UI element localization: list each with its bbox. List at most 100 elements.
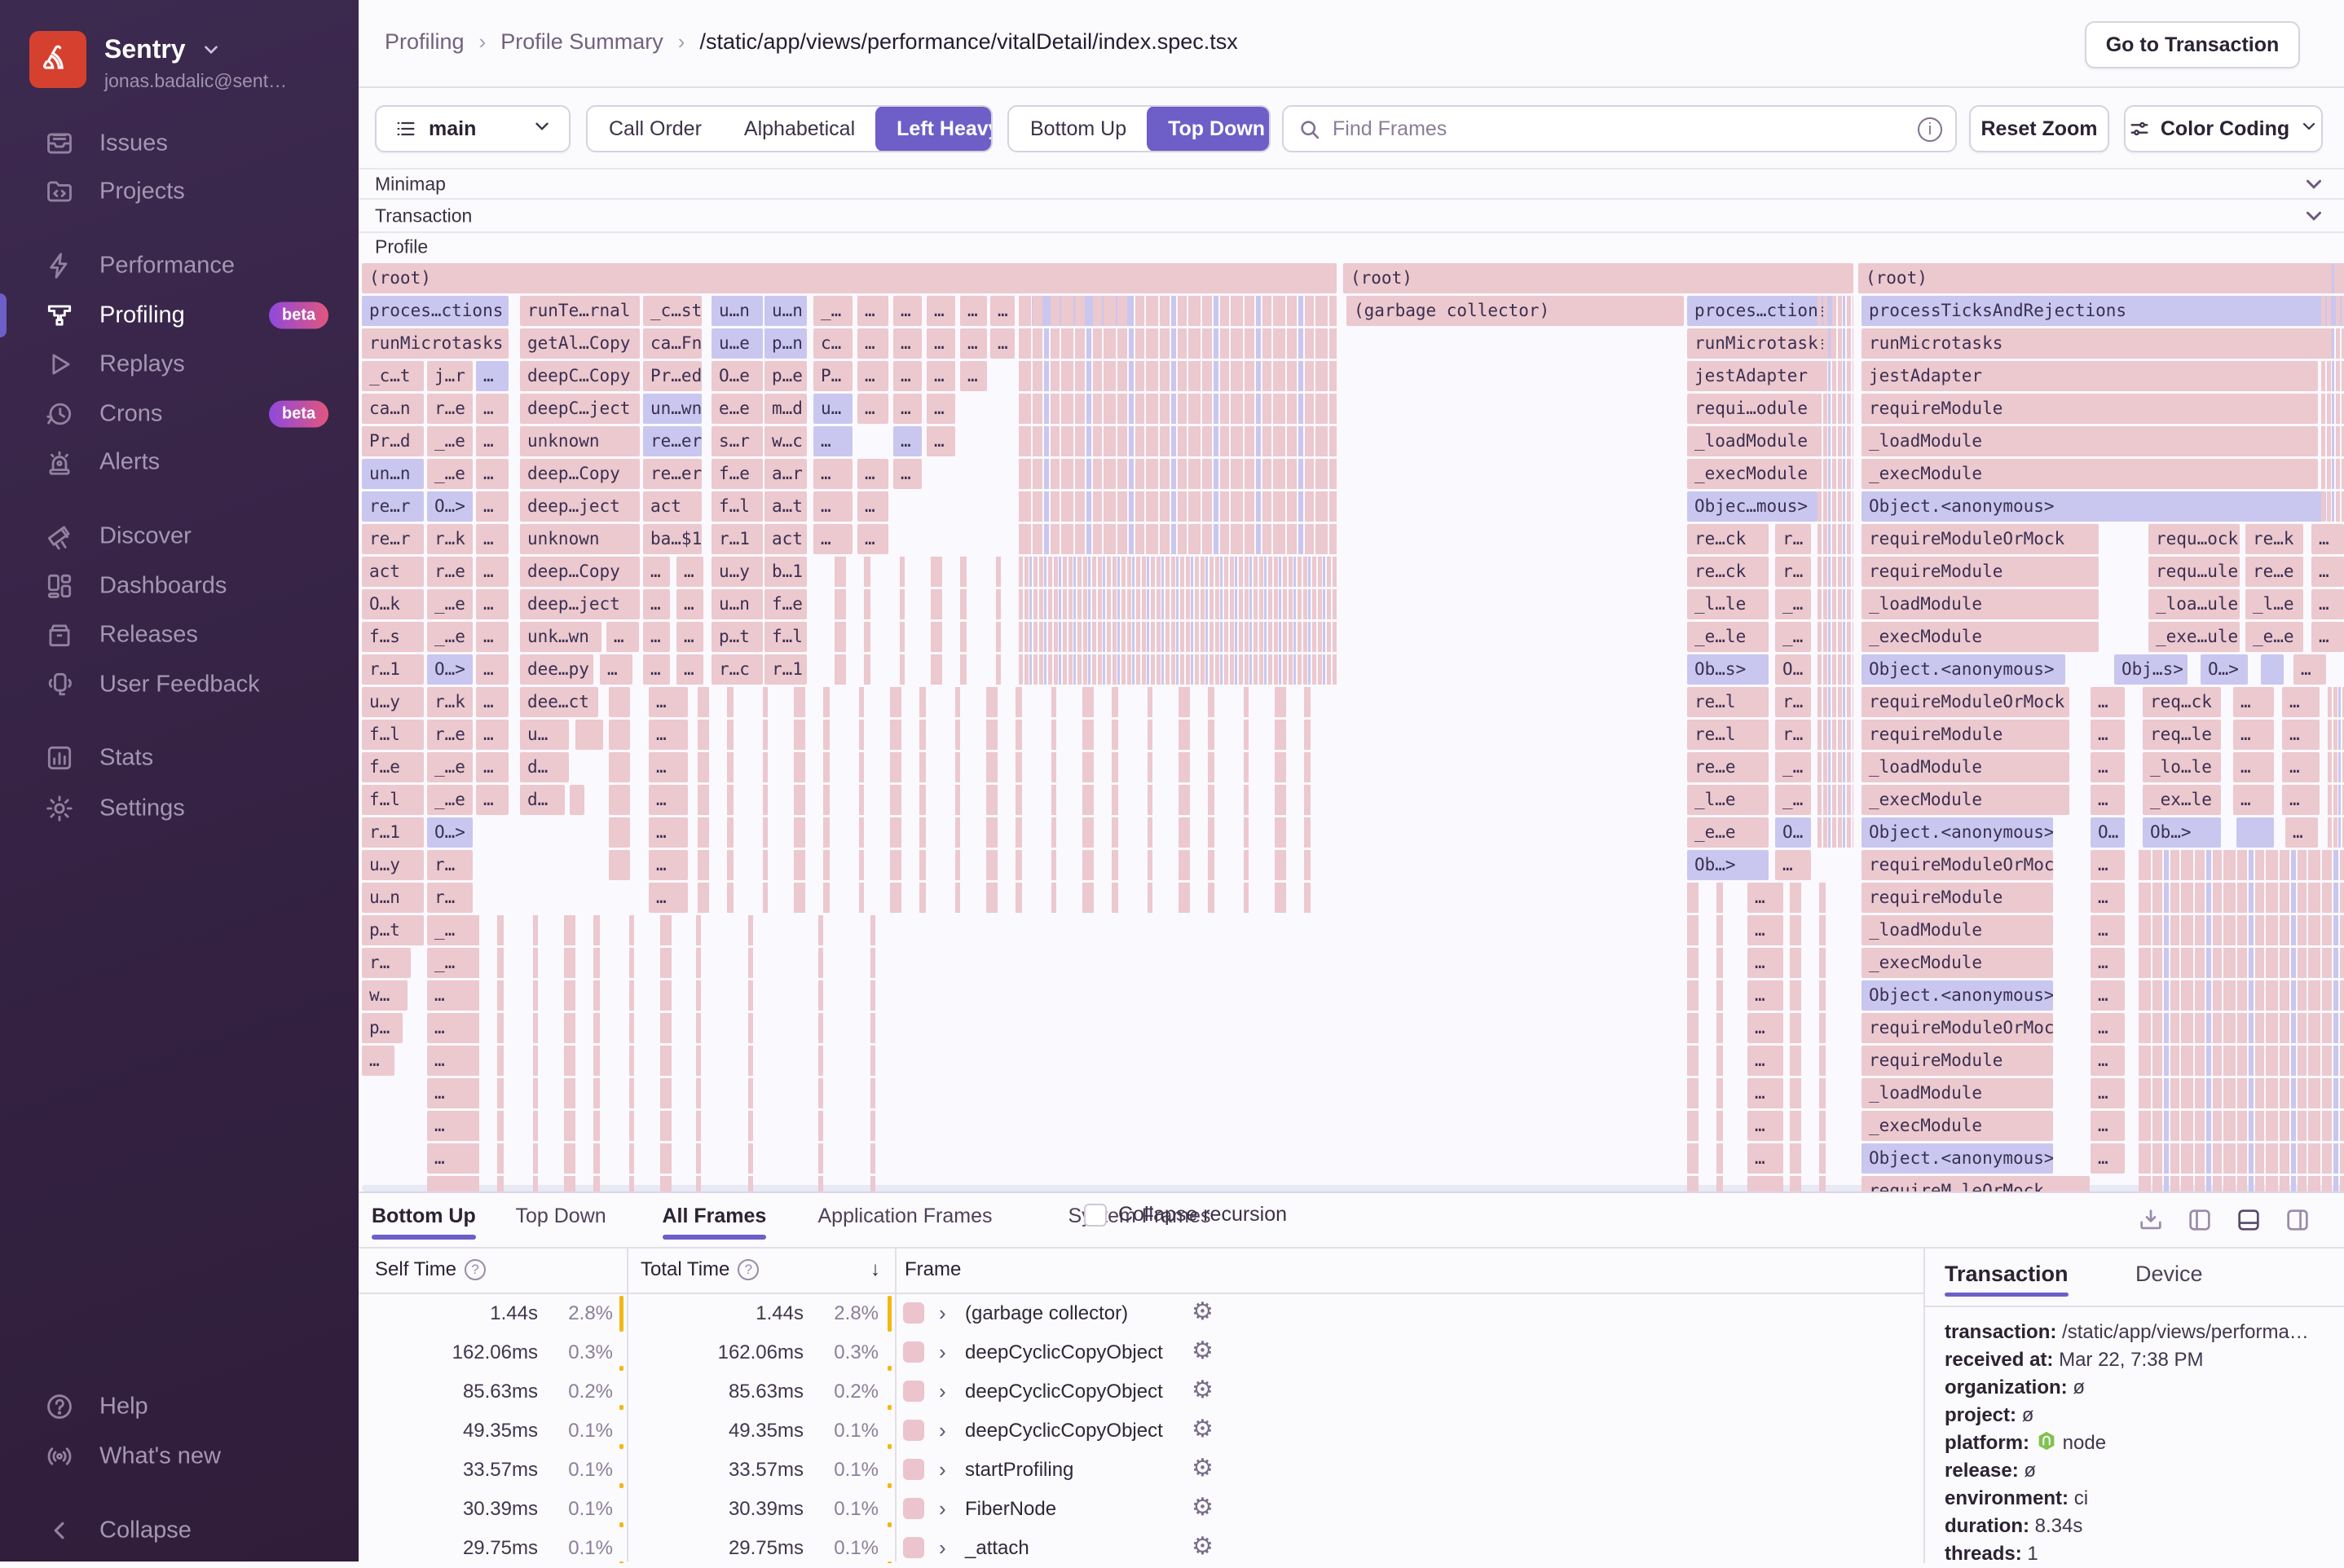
flamegraph-frame[interactable]: jestAdapter (1862, 361, 2318, 391)
sidebar-item-performance[interactable]: Performance (0, 241, 359, 290)
flamegraph-frame[interactable]: requireModuleOrMock (1862, 1013, 2053, 1043)
flamegraph-frame[interactable]: … (893, 459, 922, 489)
flamegraph-frame[interactable]: requireModuleOrMock (1862, 524, 2099, 554)
flamegraph-frame[interactable]: _execModule (1862, 1111, 2053, 1141)
flamegraph-frame[interactable]: … (427, 1078, 473, 1108)
flamegraph-frame[interactable]: … (2233, 752, 2274, 782)
flamegraph-frame[interactable]: deep…ject (520, 491, 640, 522)
flamegraph-frame[interactable]: _loadModule (1687, 426, 1817, 456)
flamegraph-frame[interactable]: requireModuleOrMock (1862, 850, 2053, 880)
gear-icon[interactable]: ⚙ (1192, 1337, 1214, 1365)
flamegraph-frame[interactable]: deep…ject (520, 589, 640, 619)
sidebar-item-collapse[interactable]: Collapse (0, 1506, 359, 1555)
flamegraph-frame[interactable]: … (2091, 1078, 2125, 1108)
flamegraph-frame[interactable]: … (427, 1111, 473, 1141)
flamegraph-frame[interactable]: _e…e (2245, 622, 2303, 652)
flamegraph-frame[interactable]: … (476, 622, 509, 652)
flamegraph-frame[interactable] (609, 720, 630, 750)
flamegraph-frame[interactable]: O… (1775, 817, 1811, 848)
flamegraph-frame[interactable]: requireModule (1862, 557, 2099, 587)
flamegraph-frame[interactable]: … (927, 328, 955, 359)
flamegraph-frame[interactable]: … (476, 654, 509, 685)
flamegraph-frame[interactable]: … (427, 1046, 473, 1076)
flamegraph-frame[interactable]: … (2091, 687, 2125, 717)
tab-application-frames[interactable]: Application Frames (818, 1205, 993, 1228)
table-row[interactable]: 30.39ms0.1%30.39ms0.1%⚙›FiberNode (359, 1490, 1923, 1529)
flamegraph-frame[interactable]: j…r (427, 361, 473, 391)
flamegraph-frame[interactable]: … (927, 394, 955, 424)
sidebar-item-discover[interactable]: Discover (0, 512, 359, 561)
flamegraph-frame[interactable]: … (2091, 1111, 2125, 1141)
flamegraph-frame[interactable]: _l…le (1687, 589, 1769, 619)
flamegraph-frame[interactable] (609, 785, 630, 815)
flamegraph-frame[interactable]: requireModule (1862, 1046, 2053, 1076)
flamegraph-frame[interactable]: r… (1775, 557, 1811, 587)
flamegraph-frame[interactable]: _… (1775, 622, 1811, 652)
flamegraph-frame[interactable]: Object.<anonymous> (1862, 1143, 2053, 1174)
flamegraph-frame[interactable]: … (2233, 785, 2274, 815)
flamegraph-frame[interactable]: f…e (362, 752, 424, 782)
flamegraph-frame[interactable]: … (893, 361, 922, 391)
flamegraph-frame[interactable]: … (2293, 654, 2326, 685)
flamegraph-frame[interactable]: requi…odule (1687, 394, 1817, 424)
flamegraph-frame[interactable]: … (960, 328, 987, 359)
flamegraph-frame[interactable]: … (960, 296, 987, 326)
flamegraph-frame[interactable]: u…n (362, 883, 424, 913)
flamegraph-frame[interactable]: runMicrotasks (1862, 328, 2334, 359)
flamegraph-frame[interactable]: runMicrotasks (1687, 328, 1835, 359)
flamegraph-frame[interactable]: … (893, 426, 922, 456)
flamegraph-frame[interactable]: processTicksAndRejections (1862, 296, 2344, 326)
flamegraph-frame[interactable]: _…e (427, 459, 473, 489)
download-icon[interactable] (2137, 1206, 2165, 1234)
flamegraph-frame[interactable]: … (2091, 980, 2125, 1011)
flamegraph-frame[interactable] (609, 850, 630, 880)
flamegraph-frame[interactable]: … (649, 883, 688, 913)
view-option-bottom-up[interactable]: Bottom Up (1009, 107, 1148, 151)
frame-header[interactable]: Frame (905, 1258, 961, 1281)
flamegraph-frame[interactable]: un…n (362, 459, 424, 489)
expand-chevron-icon[interactable]: › (939, 1301, 946, 1326)
flamegraph-frame[interactable]: _execModule (1862, 948, 2053, 978)
flamegraph-frame[interactable]: … (857, 361, 888, 391)
sidebar-item-user-feedback[interactable]: User Feedback (0, 660, 359, 709)
flamegraph-frame[interactable]: deep…Copy (520, 459, 640, 489)
flamegraph-frame[interactable]: r… (1775, 524, 1811, 554)
flamegraph-frame[interactable]: r…e (427, 557, 473, 587)
flamegraph-frame[interactable]: act (764, 524, 807, 554)
thread-selector[interactable]: main (375, 105, 571, 152)
flamegraph-frame[interactable]: re…ck (1687, 557, 1769, 587)
flamegraph-frame[interactable]: c… (813, 328, 853, 359)
flamegraph-frame[interactable]: _loa…ule (2148, 589, 2240, 619)
flamegraph-frame[interactable]: _loadModule (1862, 589, 2099, 619)
sidebar-item-replays[interactable]: Replays (0, 340, 359, 389)
go-to-transaction-button[interactable]: Go to Transaction (2085, 21, 2300, 68)
flamegraph-frame[interactable]: m…d (764, 394, 807, 424)
flamegraph-frame[interactable]: … (643, 589, 670, 619)
gear-icon[interactable]: ⚙ (1192, 1493, 1214, 1522)
flamegraph-frame[interactable]: … (643, 654, 670, 685)
layout-left-icon[interactable] (2186, 1206, 2214, 1234)
flamegraph-frame[interactable]: … (1747, 1078, 1783, 1108)
reset-zoom-button[interactable]: Reset Zoom (1969, 105, 2109, 152)
flamegraph-frame[interactable]: u…n (764, 296, 807, 326)
flamegraph-frame[interactable]: O… (2091, 817, 2125, 848)
flamegraph-frame[interactable]: _… (1775, 752, 1811, 782)
flamegraph-frame[interactable]: (root) (1858, 263, 2344, 293)
flamegraph-frame[interactable]: jestAdapter (1687, 361, 1826, 391)
flamegraph-frame[interactable]: p…e (764, 361, 807, 391)
tab-top-down[interactable]: Top Down (516, 1205, 606, 1228)
details-tab-device[interactable]: Device (2135, 1262, 2203, 1287)
flamegraph-frame[interactable]: u…n (712, 589, 763, 619)
flamegraph-frame[interactable]: re…l (1687, 687, 1769, 717)
flamegraph-frame[interactable]: O…> (427, 491, 473, 522)
sort-option-left-heavy[interactable]: Left Heavy (875, 106, 993, 152)
sidebar-item-projects[interactable]: Projects (0, 167, 359, 216)
flamegraph-frame[interactable]: _… (427, 948, 473, 978)
flamegraph-frame[interactable]: requ…ule (2148, 557, 2240, 587)
transaction-section[interactable]: Transaction (359, 198, 2344, 231)
flamegraph-frame[interactable]: … (476, 785, 509, 815)
flamegraph-frame[interactable]: requireModule (1862, 394, 2318, 424)
view-option-top-down[interactable]: Top Down (1147, 106, 1271, 152)
flamegraph-frame[interactable]: … (857, 296, 888, 326)
self-time-header[interactable]: Self Time? (375, 1258, 486, 1281)
